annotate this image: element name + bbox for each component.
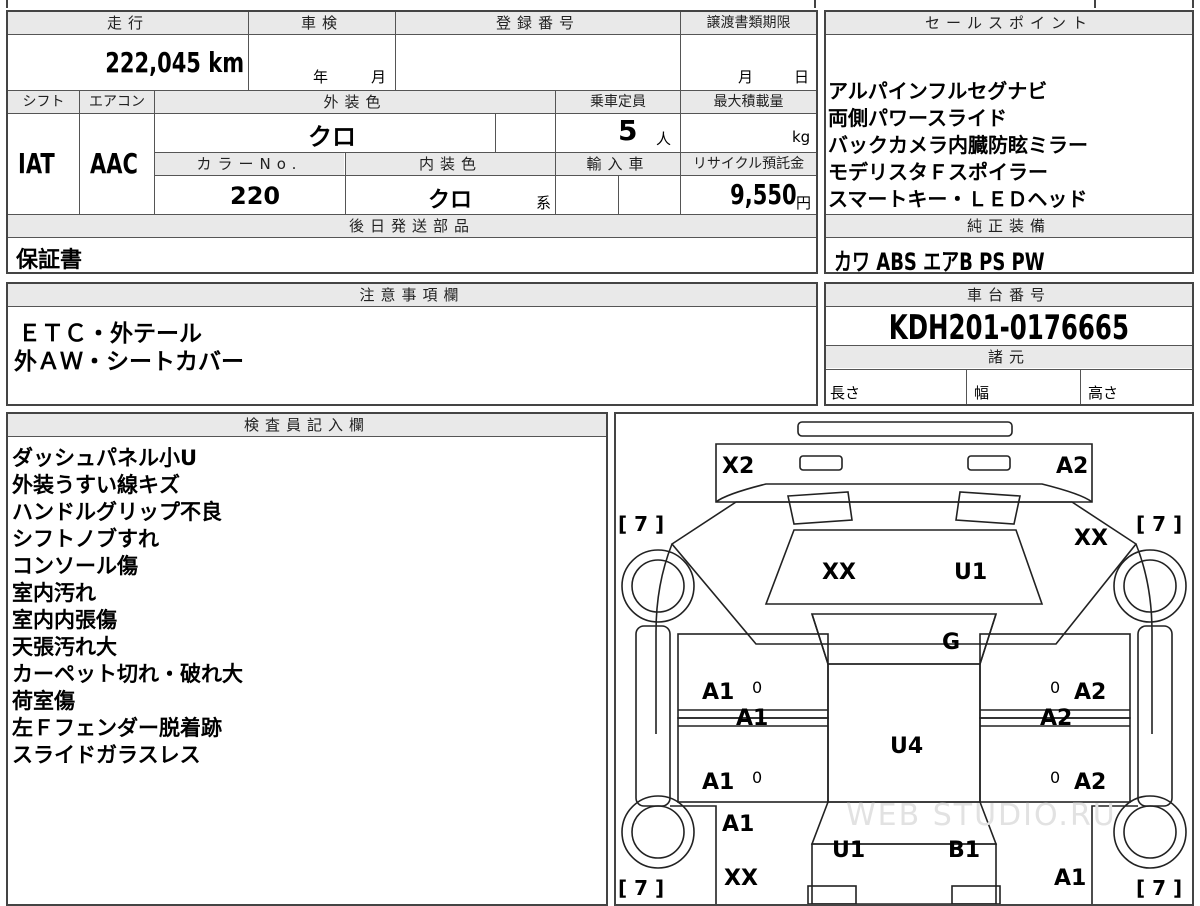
chassis-number-value: KDH201-0176665 xyxy=(888,308,1130,348)
mark-windshield-right: U1 xyxy=(954,560,988,585)
max-load-label: 最大積載量 xyxy=(681,91,816,113)
shift-label: シフト xyxy=(8,91,79,113)
mileage-label: 走行 xyxy=(8,12,248,34)
tread-left-rear: [ 7 ] xyxy=(618,876,665,900)
spec-width-label: 幅 xyxy=(974,384,990,402)
mark-left-rear-door: A1 xyxy=(702,770,735,795)
color-no-value: 220 xyxy=(230,182,281,210)
mark-right-rear-door-small: 0 xyxy=(1050,768,1061,787)
genuine-equipment-label: 純正装備 xyxy=(826,215,1192,237)
mark-right-front-door: A2 xyxy=(1074,680,1107,705)
mark-rear-glass-left: U1 xyxy=(832,838,866,863)
transfer-deadline-label: 譲渡書類期限 xyxy=(681,12,816,34)
sales-points-box: セールスポイント アルパインフルセグナビ 両側パワースライド バックカメラ内臓防… xyxy=(824,10,1194,276)
interior-color-suffix: 系 xyxy=(536,194,552,212)
color-no-label: カラーNo. xyxy=(155,153,344,175)
top-strip xyxy=(6,0,816,8)
mark-left-front-door-small: 0 xyxy=(752,678,763,697)
inspector-line-7: 室内内張傷 xyxy=(12,608,117,632)
inspector-line-6: 室内汚れ xyxy=(12,581,96,605)
mark-right-sill-front: A2 xyxy=(1040,706,1073,731)
notes-label: 注意事項欄 xyxy=(8,284,816,306)
inspector-line-1: ダッシュパネル小U xyxy=(12,446,198,470)
chassis-number-label: 車台番号 xyxy=(826,284,1192,306)
interior-color-value: クロ xyxy=(428,188,473,213)
shift-value: IAT xyxy=(18,147,55,180)
mileage-value: 222,045 km xyxy=(105,46,244,79)
recycle-fee-label: リサイクル預託金 xyxy=(681,153,816,175)
capacity-unit: 人 xyxy=(656,130,672,148)
spec-height-label: 高さ xyxy=(1088,384,1119,402)
mark-roof: U4 xyxy=(890,734,924,759)
notes-box: 注意事項欄 ＥＴＣ・外テール 外ＡＷ・シートカバー xyxy=(6,282,818,406)
mark-right-rear-corner: A1 xyxy=(1054,866,1087,891)
spec-length-label: 長さ xyxy=(830,384,861,402)
mark-front-bumper-left: X2 xyxy=(722,454,755,479)
recycle-fee-value: 9,550 xyxy=(730,178,797,211)
deadline-month-unit: 月 xyxy=(738,68,754,86)
inspector-line-9: カーペット切れ・破れ大 xyxy=(12,662,243,686)
car-damage-diagram: [ 7 ] [ 7 ] [ 7 ] [ 7 ] X2 A2 XX XX U1 G… xyxy=(614,412,1194,906)
inspector-line-8: 天張汚れ大 xyxy=(12,635,117,659)
deadline-day-unit: 日 xyxy=(794,68,810,86)
later-parts-label: 後日発送部品 xyxy=(8,215,816,237)
mark-left-rear-door-small: 0 xyxy=(752,768,763,787)
inspector-box: 検査員記入欄 ダッシュパネル小U 外装うすい線キズ ハンドルグリップ不良 シフト… xyxy=(6,412,608,906)
tread-right-front: [ 7 ] xyxy=(1136,512,1183,536)
mark-roof-front: G xyxy=(942,630,961,655)
exterior-color-label: 外装色 xyxy=(155,91,555,113)
inspector-line-2: 外装うすい線キズ xyxy=(12,473,180,497)
inspector-line-5: コンソール傷 xyxy=(12,554,138,578)
mark-left-sill-front: A1 xyxy=(736,706,769,731)
max-load-unit: kg xyxy=(792,128,811,146)
reg-number-label: 登録番号 xyxy=(396,12,680,34)
mark-right-front-fender: XX xyxy=(1074,526,1108,551)
aircon-value: AAC xyxy=(90,147,138,180)
sales-point-2: 両側パワースライド xyxy=(828,106,1007,130)
inspector-line-11: 左Ｆフェンダー脱着跡 xyxy=(12,716,222,740)
specs-label: 諸元 xyxy=(826,346,1192,368)
shaken-year-unit: 年 xyxy=(313,68,329,86)
genuine-equipment-value: カワ ABS エアB PS PW xyxy=(834,248,1045,276)
inspector-label: 検査員記入欄 xyxy=(8,414,606,436)
sales-points-label: セールスポイント xyxy=(826,12,1192,34)
inspector-line-12: スライドガラスレス xyxy=(12,743,201,767)
mark-left-rear-quarter: A1 xyxy=(722,812,755,837)
sales-point-1: アルパインフルセグナビ xyxy=(828,79,1048,103)
inspector-line-3: ハンドルグリップ不良 xyxy=(12,500,222,524)
notes-line-2: 外ＡＷ・シートカバー xyxy=(14,349,244,375)
inspector-line-10: 荷室傷 xyxy=(12,689,75,713)
import-label: 輸入車 xyxy=(556,153,680,175)
chassis-box: 車台番号 KDH201-0176665 諸元 長さ 幅 高さ xyxy=(824,282,1194,406)
vehicle-info-table: 走行 車検 登録番号 譲渡書類期限 222,045 km 年 月 月 日 シフト… xyxy=(6,10,818,274)
mark-front-bumper-right: A2 xyxy=(1056,454,1089,479)
later-parts-value: 保証書 xyxy=(16,248,83,273)
inspector-line-4: シフトノブすれ xyxy=(12,527,159,551)
shaken-label: 車検 xyxy=(249,12,395,34)
sales-point-3: バックカメラ内臓防眩ミラー xyxy=(828,133,1088,157)
capacity-value: 5 xyxy=(618,114,638,147)
tread-right-rear: [ 7 ] xyxy=(1136,876,1183,900)
recycle-fee-unit: 円 xyxy=(796,194,812,212)
tread-left-front: [ 7 ] xyxy=(618,512,665,536)
mark-windshield-left: XX xyxy=(822,560,856,585)
aircon-label: エアコン xyxy=(80,91,154,113)
shaken-month-unit: 月 xyxy=(371,68,387,86)
sales-point-5: スマートキー・ＬＥＤヘッド xyxy=(828,187,1088,211)
mark-right-front-door-small: 0 xyxy=(1050,678,1061,697)
sales-point-4: モデリスタＦスポイラー xyxy=(828,160,1048,184)
watermark: WEB STUDIO.RU xyxy=(846,798,1117,833)
mark-right-rear-door: A2 xyxy=(1074,770,1107,795)
top-strip-right xyxy=(1094,0,1194,8)
capacity-label: 乗車定員 xyxy=(556,91,680,113)
interior-color-label: 内装色 xyxy=(346,153,555,175)
mark-left-front-door: A1 xyxy=(702,680,735,705)
exterior-color-value: クロ xyxy=(308,123,356,151)
mark-left-rear-corner: XX xyxy=(724,866,758,891)
mark-rear-glass-right: B1 xyxy=(948,838,981,863)
